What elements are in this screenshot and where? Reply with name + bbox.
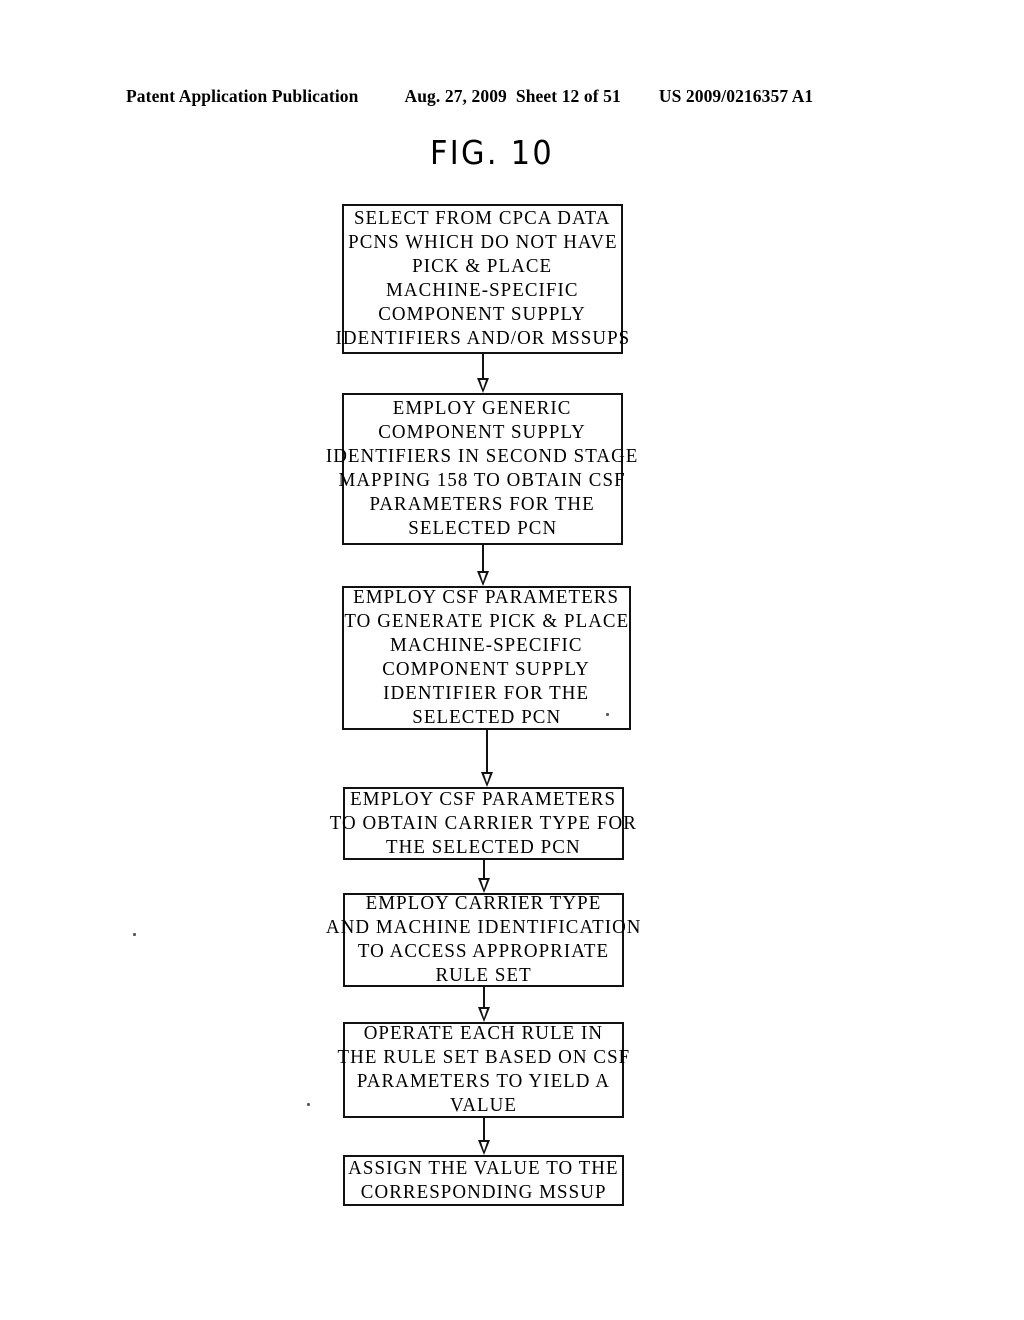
- flowchart-box-line: RULE SET: [435, 965, 532, 986]
- flowchart-box-line: THE SELECTED PCN: [386, 836, 581, 858]
- flowchart-box-line: TO OBTAIN CARRIER TYPE FOR: [329, 812, 638, 834]
- arrow-head-hollow: [480, 1142, 487, 1151]
- flowchart-arrow-down-icon: [473, 1118, 495, 1155]
- flowchart-box-line: SELECTED PCN: [408, 518, 557, 539]
- flowchart-arrow-down-icon: [476, 730, 498, 787]
- arrow-head-hollow: [479, 573, 486, 582]
- flowchart-box-line: IDENTIFIERS AND/OR MSSUPS: [335, 328, 630, 349]
- flowchart-box-line: TO ACCESS APPROPRIATE: [357, 941, 610, 962]
- flowchart-box-line: AND MACHINE IDENTIFICATION: [325, 917, 642, 938]
- arrow-head-hollow: [480, 1009, 487, 1018]
- flowchart-box-line: CORRESPONDING MSSUP: [360, 1181, 607, 1203]
- flowchart-box-line: EMPLOY CSF PARAMETERS: [353, 587, 620, 608]
- flowchart-box-access-appropriate-rule-set: EMPLOY CARRIER TYPE AND MACHINE IDENTIFIC…: [326, 893, 640, 987]
- flowchart-box-employ-generic-identifiers-second-stage: EMPLOY GENERIC COMPONENT SUPPLY IDENTIFIER…: [326, 393, 638, 545]
- flowchart-box-line: EMPLOY CSF PARAMETERS: [350, 788, 617, 810]
- arrow-head-hollow: [480, 880, 487, 889]
- flowchart-box-line: VALUE: [450, 1095, 517, 1116]
- flowchart-box-assign-value-to-mssup: ASSIGN THE VALUE TO THE CORRESPONDING MSS…: [343, 1155, 624, 1206]
- flowchart-box-line: IDENTIFIERS IN SECOND STAGE: [326, 446, 639, 467]
- flowchart-box-operate-rules-to-yield-value: OPERATE EACH RULE IN THE RULE SET BASED O…: [337, 1022, 629, 1118]
- flowchart-box-line: PCNS WHICH DO NOT HAVE: [347, 232, 618, 253]
- arrow-stem: [481, 545, 484, 574]
- flowchart-box-line: COMPONENT SUPPLY: [382, 659, 591, 680]
- flowchart-box-line: COMPONENT SUPPLY: [378, 422, 587, 443]
- flowchart-box-line: THE RULE SET BASED ON CSF: [337, 1047, 630, 1068]
- flowchart-box-line: PARAMETERS FOR THE: [369, 494, 596, 515]
- flowchart-arrow-down-icon: [472, 545, 494, 586]
- scan-artifact: [133, 933, 136, 936]
- flowchart-box-obtain-carrier-type: EMPLOY CSF PARAMETERS TO OBTAIN CARRIER T…: [330, 787, 636, 860]
- flowchart-box-line: SELECTED PCN: [412, 707, 561, 728]
- flowchart-arrow-down-icon: [473, 860, 495, 893]
- flowchart-box-line: ASSIGN THE VALUE TO THE: [348, 1157, 619, 1179]
- flowchart-box-line: OPERATE EACH RULE IN: [363, 1023, 604, 1044]
- flowchart-arrow-down-icon: [473, 987, 495, 1022]
- flowchart-arrow-down-icon: [472, 354, 494, 393]
- flowchart-box-line: TO GENERATE PICK & PLACE: [344, 611, 629, 632]
- flowchart-box-select-pcns-without-mssup: SELECT FROM CPCA DATA PCNS WHICH DO NOT H…: [335, 204, 629, 354]
- flowchart-box-line: PARAMETERS TO YIELD A: [356, 1071, 611, 1092]
- arrow-head-hollow: [479, 380, 486, 389]
- flowchart-box-generate-machine-specific-identifier: EMPLOY CSF PARAMETERS TO GENERATE PICK & …: [342, 586, 631, 730]
- flowchart-box-line: EMPLOY GENERIC: [393, 398, 572, 419]
- flowchart-box-line: MACHINE-SPECIFIC: [390, 635, 583, 656]
- flowchart-box-line: SELECT FROM CPCA DATA: [354, 208, 611, 229]
- flowchart-box-line: PICK & PLACE: [412, 256, 553, 277]
- arrow-head-hollow: [483, 774, 490, 783]
- arrow-stem: [485, 730, 488, 775]
- flowchart-box-line: COMPONENT SUPPLY: [378, 304, 587, 325]
- flowchart-box-line: MAPPING 158 TO OBTAIN CSF: [338, 470, 627, 491]
- flowchart-box-line: MACHINE-SPECIFIC: [386, 280, 579, 301]
- flowchart-box-line: IDENTIFIER FOR THE: [383, 683, 590, 704]
- flowchart-box-line: EMPLOY CARRIER TYPE: [365, 893, 602, 914]
- scan-artifact: [606, 713, 609, 716]
- arrow-stem: [481, 354, 484, 381]
- scan-artifact: [307, 1103, 310, 1106]
- flowchart-diagram: SELECT FROM CPCA DATA PCNS WHICH DO NOT H…: [0, 0, 1024, 1320]
